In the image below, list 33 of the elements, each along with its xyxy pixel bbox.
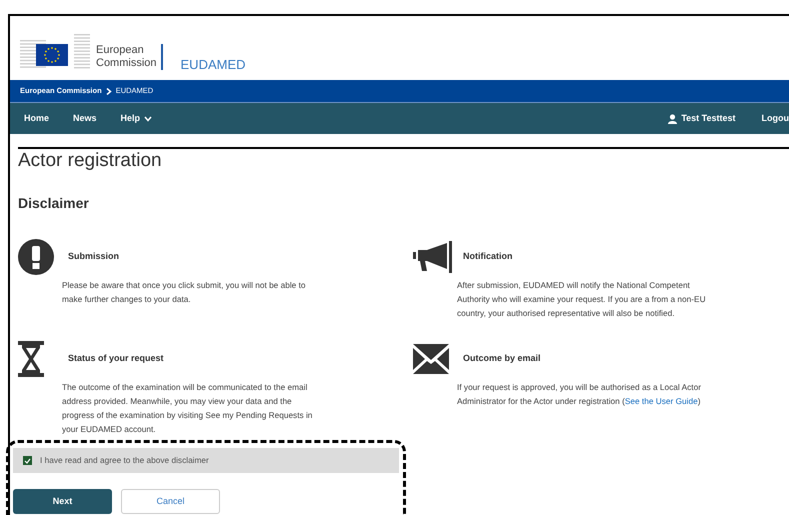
logo-text: Commission [96, 57, 157, 70]
page-title: Actor registration [18, 150, 163, 172]
user-guide-link[interactable]: See the User Guide [624, 396, 698, 406]
chevron-down-icon [144, 116, 152, 122]
cancel-button[interactable]: Cancel [121, 489, 220, 514]
hourglass-icon [18, 341, 44, 377]
user-link[interactable]: Test Testtest [668, 112, 736, 126]
section-text: The outcome of the examination will be communicated to the email address provided. Meanwhile, you may view your data and the progress of the examination by visiting See my Pending Requests in your EUDAMED account. [62, 381, 314, 436]
section-title: Disclaimer [18, 194, 90, 213]
nav-link[interactable]: Help [120, 112, 152, 126]
megaphone-icon [413, 241, 453, 273]
envelope-icon [413, 344, 449, 374]
chevron-right-icon [106, 88, 112, 94]
checkbox[interactable] [23, 456, 32, 465]
section-text: If your request is approved, you will be authorised as a Local Actor Administrator for the Actor under registration (See the User Guide) [457, 381, 702, 408]
nav-link[interactable]: News [73, 112, 97, 126]
section-heading: Submission [68, 250, 120, 264]
site-name: EUDAMED [180, 56, 246, 74]
agreement-checkbox-row[interactable]: I have read and agree to the above disclaimer [13, 448, 399, 473]
agreement-label: I have read and agree to the above disclaimer [40, 454, 209, 467]
check-icon [24, 458, 31, 464]
logout-link[interactable]: Logou [762, 112, 789, 126]
exclamation-icon [18, 239, 54, 275]
section-heading: Notification [463, 250, 512, 264]
section-heading: Outcome by email [463, 352, 541, 366]
logo-emblem-drawing [20, 32, 90, 70]
next-button[interactable]: Next [13, 489, 112, 514]
logo-text: European [96, 44, 145, 57]
section-text: After submission, EUDAMED will notify the National Competent Authority who will examine your request. If you are a from a non-EU country, your authorised representative will also be notified. [457, 279, 707, 320]
section-heading: Status of your request [68, 352, 164, 366]
nav-link[interactable]: Home [24, 112, 50, 126]
section-text: Please be aware that once you click submit, you will not be able to make further changes to your data. [62, 279, 307, 306]
user-icon [668, 114, 678, 124]
